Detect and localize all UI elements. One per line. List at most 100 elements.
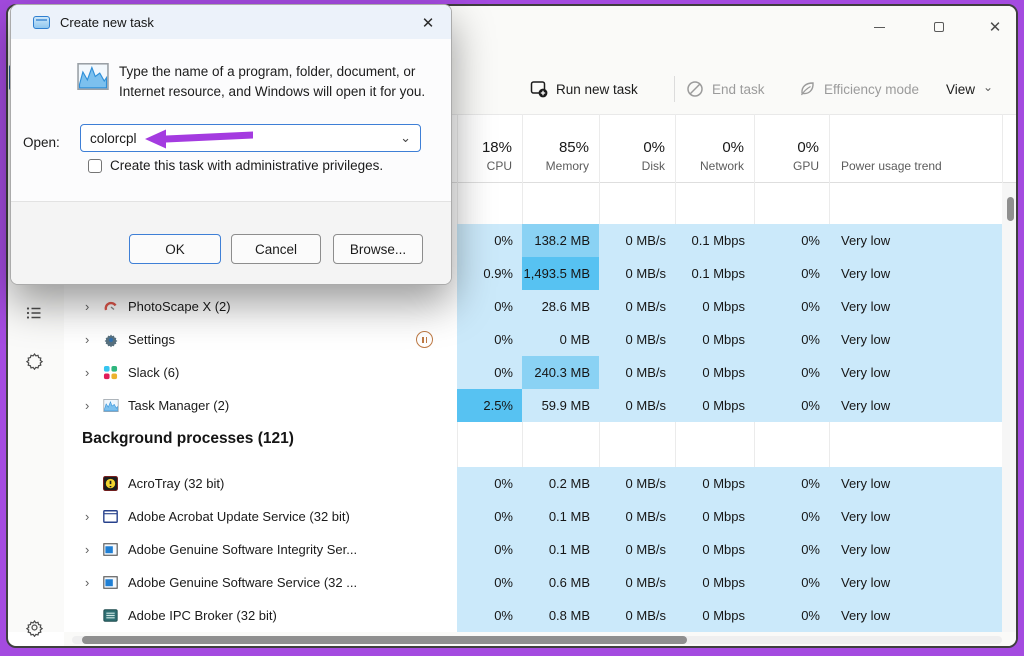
memory-cell: 138.2 MB bbox=[522, 224, 599, 257]
minimize-button[interactable] bbox=[864, 16, 894, 38]
close-button[interactable]: ✕ bbox=[980, 16, 1010, 38]
details-list-icon bbox=[25, 304, 43, 322]
chevron-right-icon[interactable]: › bbox=[85, 542, 102, 557]
process-row-slack[interactable]: › Slack (6) bbox=[64, 356, 392, 389]
adobe-ipc-icon bbox=[102, 607, 119, 624]
chevron-right-icon[interactable]: › bbox=[85, 575, 102, 590]
view-label: View bbox=[946, 82, 975, 97]
process-row-task-manager[interactable]: › Task Manager (2) bbox=[64, 389, 392, 422]
sidebar-item-details[interactable] bbox=[24, 303, 44, 323]
minimize-icon bbox=[874, 27, 885, 28]
process-name: Adobe Acrobat Update Service (32 bit) bbox=[128, 509, 350, 524]
process-row-acrotray[interactable]: AcroTray (32 bit) bbox=[64, 467, 392, 500]
network-total-value: 0% bbox=[722, 139, 744, 156]
open-label: Open: bbox=[23, 135, 60, 150]
disk-cell: 0 MB/s bbox=[599, 323, 675, 356]
disk-total-value: 0% bbox=[643, 139, 665, 156]
efficiency-mode-label: Efficiency mode bbox=[824, 82, 919, 97]
power-column-label: Power usage trend bbox=[841, 159, 942, 173]
dialog-close-button[interactable]: ✕ bbox=[418, 13, 438, 33]
chevron-right-icon[interactable]: › bbox=[85, 509, 102, 524]
disk-cell: 0 MB/s bbox=[599, 356, 675, 389]
open-input-value: colorcpl bbox=[90, 131, 137, 146]
run-new-task-label: Run new task bbox=[556, 82, 638, 97]
admin-privileges-checkbox[interactable] bbox=[88, 159, 102, 173]
table-row[interactable]: 0.9%1,493.5 MB0 MB/s0.1 Mbps0%Very low bbox=[457, 257, 1002, 290]
view-dropdown[interactable]: View ⌄ bbox=[946, 74, 993, 104]
end-task-button[interactable]: End task bbox=[686, 74, 765, 104]
process-row-adobe-genuine-integrity[interactable]: › Adobe Genuine Software Integrity Ser..… bbox=[64, 533, 392, 566]
column-header-disk[interactable]: 0% Disk bbox=[599, 115, 675, 182]
maximize-icon bbox=[934, 22, 944, 32]
photoscape-icon bbox=[102, 298, 119, 315]
memory-cell: 1,493.5 MB bbox=[522, 257, 599, 290]
bottom-strip bbox=[64, 632, 1018, 648]
vertical-scrollbar-thumb[interactable] bbox=[1007, 197, 1014, 221]
dialog-description: Type the name of a program, folder, docu… bbox=[119, 62, 439, 102]
memory-column-label: Memory bbox=[546, 159, 589, 173]
disk-cell: 0 MB/s bbox=[599, 500, 675, 533]
chevron-right-icon[interactable]: › bbox=[85, 398, 102, 413]
maximize-button[interactable] bbox=[924, 16, 954, 38]
sidebar-settings-button[interactable] bbox=[24, 617, 44, 637]
table-row[interactable]: 0%0.1 MB0 MB/s0 Mbps0%Very low bbox=[457, 533, 1002, 566]
settings-gear-icon bbox=[102, 331, 119, 348]
table-row[interactable]: 0%0.1 MB0 MB/s0 Mbps0%Very low bbox=[457, 500, 1002, 533]
vertical-scrollbar[interactable] bbox=[1002, 183, 1018, 632]
run-new-task-button[interactable]: Run new task bbox=[530, 74, 638, 104]
column-header-network[interactable]: 0% Network bbox=[675, 115, 754, 182]
process-name: PhotoScape X (2) bbox=[128, 299, 231, 314]
gpu-cell: 0% bbox=[754, 290, 829, 323]
horizontal-scrollbar-thumb[interactable] bbox=[82, 636, 687, 644]
sidebar-item-services[interactable] bbox=[24, 350, 44, 370]
table-row[interactable]: 0%138.2 MB0 MB/s0.1 Mbps0%Very low bbox=[457, 224, 1002, 257]
cpu-cell: 0% bbox=[457, 599, 522, 632]
browse-button[interactable]: Browse... bbox=[333, 234, 423, 264]
disk-cell: 0 MB/s bbox=[599, 599, 675, 632]
process-row-adobe-ipc-broker[interactable]: Adobe IPC Broker (32 bit) bbox=[64, 599, 392, 632]
efficiency-mode-button[interactable]: Efficiency mode bbox=[798, 74, 919, 104]
process-row-adobe-genuine-service[interactable]: › Adobe Genuine Software Service (32 ... bbox=[64, 566, 392, 599]
cpu-cell: 0% bbox=[457, 467, 522, 500]
table-row[interactable]: 2.5%59.9 MB0 MB/s0 Mbps0%Very low bbox=[457, 389, 1002, 422]
column-header-cpu[interactable]: 18% CPU bbox=[457, 115, 522, 182]
cancel-button[interactable]: Cancel bbox=[231, 234, 321, 264]
gpu-cell: 0% bbox=[754, 323, 829, 356]
process-name: AcroTray (32 bit) bbox=[128, 476, 224, 491]
memory-cell: 0.1 MB bbox=[522, 533, 599, 566]
chevron-down-icon: ⌄ bbox=[983, 80, 993, 94]
column-header-power[interactable]: Power usage trend bbox=[829, 115, 1002, 182]
chevron-down-icon[interactable]: ⌄ bbox=[400, 130, 411, 146]
horizontal-scrollbar[interactable] bbox=[72, 636, 1002, 644]
process-row-adobe-acrobat-update[interactable]: › Adobe Acrobat Update Service (32 bit) bbox=[64, 500, 392, 533]
chevron-right-icon[interactable]: › bbox=[85, 332, 102, 347]
dialog-footer: OK Cancel Browse... bbox=[11, 201, 451, 285]
gpu-cell: 0% bbox=[754, 224, 829, 257]
table-row[interactable]: 0%28.6 MB0 MB/s0 Mbps0%Very low bbox=[457, 290, 1002, 323]
process-row-settings[interactable]: › Settings bbox=[64, 323, 392, 356]
gear-icon bbox=[25, 618, 44, 637]
description-line-1: Type the name of a program, folder, docu… bbox=[119, 62, 439, 82]
gpu-cell: 0% bbox=[754, 533, 829, 566]
memory-cell: 59.9 MB bbox=[522, 389, 599, 422]
power-cell: Very low bbox=[829, 599, 1002, 632]
disk-cell: 0 MB/s bbox=[599, 224, 675, 257]
table-row[interactable]: 0%0 MB0 MB/s0 Mbps0%Very low bbox=[457, 323, 1002, 356]
table-row[interactable]: 0%0.6 MB0 MB/s0 Mbps0%Very low bbox=[457, 566, 1002, 599]
column-header-memory[interactable]: 85% Memory bbox=[522, 115, 599, 182]
gpu-column-label: GPU bbox=[793, 159, 819, 173]
table-row[interactable]: 0%0.8 MB0 MB/s0 Mbps0%Very low bbox=[457, 599, 1002, 632]
chevron-right-icon[interactable]: › bbox=[85, 365, 102, 380]
table-row[interactable]: 0%0.2 MB0 MB/s0 Mbps0%Very low bbox=[457, 467, 1002, 500]
memory-cell: 0.2 MB bbox=[522, 467, 599, 500]
ok-button[interactable]: OK bbox=[129, 234, 221, 264]
gpu-cell: 0% bbox=[754, 566, 829, 599]
column-header-gpu[interactable]: 0% GPU bbox=[754, 115, 829, 182]
network-cell: 0 Mbps bbox=[675, 290, 754, 323]
chevron-right-icon[interactable]: › bbox=[85, 299, 102, 314]
table-row[interactable]: 0%240.3 MB0 MB/s0 Mbps0%Very low bbox=[457, 356, 1002, 389]
process-row-photoscape[interactable]: › PhotoScape X (2) bbox=[64, 290, 392, 323]
network-cell: 0 Mbps bbox=[675, 533, 754, 566]
cpu-cell: 0% bbox=[457, 533, 522, 566]
description-line-2: Internet resource, and Windows will open… bbox=[119, 82, 439, 102]
